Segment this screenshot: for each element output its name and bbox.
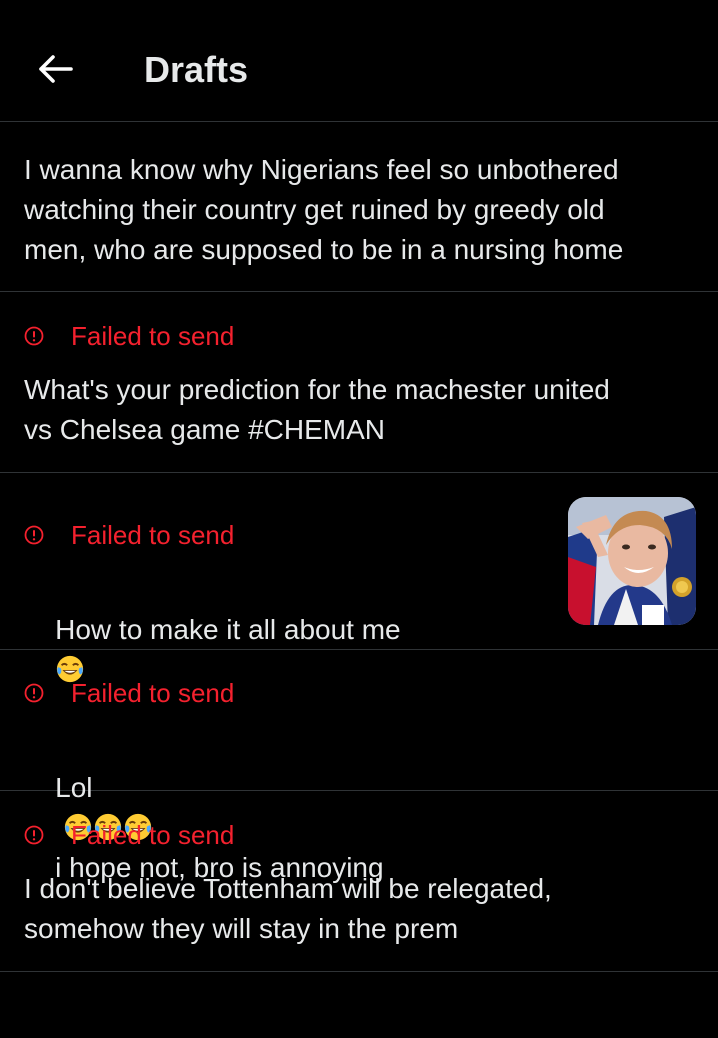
failed-status: Failed to send — [24, 815, 694, 855]
draft-text: I don't believe Tottenham will be relega… — [24, 873, 552, 944]
draft-item[interactable]: I wanna know why Nigerians feel so unbot… — [0, 122, 718, 292]
arrow-left-icon — [39, 55, 73, 83]
draft-item[interactable]: Failed to send I don't believe Tottenham… — [0, 791, 718, 972]
alert-circle-icon — [24, 525, 44, 545]
draft-item[interactable]: Failed to send What's your prediction fo… — [0, 292, 718, 473]
failed-status: Failed to send — [24, 673, 694, 713]
draft-item[interactable]: Failed to send How to make it all about … — [0, 473, 718, 650]
draft-text: How to make it all about me — [55, 614, 401, 645]
alert-circle-icon — [24, 825, 44, 845]
failed-status-label: Failed to send — [71, 819, 235, 850]
failed-status-label: Failed to send — [71, 519, 235, 550]
failed-status-label: Failed to send — [71, 677, 235, 708]
top-bar: Drafts — [0, 0, 718, 122]
page-title: Drafts — [144, 49, 249, 90]
failed-status: Failed to send — [24, 316, 694, 356]
back-button[interactable] — [30, 44, 80, 94]
failed-status-label: Failed to send — [71, 320, 235, 351]
draft-media-thumbnail[interactable] — [568, 497, 696, 625]
draft-text: I wanna know why Nigerians feel so unbot… — [24, 154, 624, 265]
draft-text: What's your prediction for the machester… — [24, 374, 610, 445]
alert-circle-icon — [24, 326, 44, 346]
photo-image — [568, 497, 696, 625]
alert-circle-icon — [24, 683, 44, 703]
draft-item[interactable]: Failed to send Lol i hope not, bro is an… — [0, 650, 718, 883]
